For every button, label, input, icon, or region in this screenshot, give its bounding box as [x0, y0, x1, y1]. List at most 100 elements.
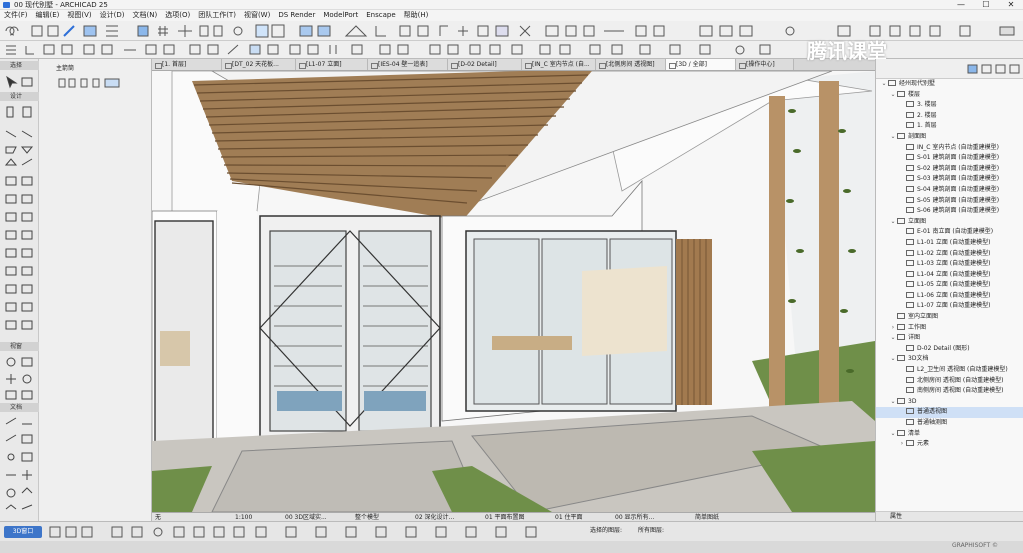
menu-document[interactable]: 文档(N) — [129, 10, 162, 21]
navigator-header-icons[interactable] — [876, 59, 1023, 79]
navigator-item[interactable]: 北侧房间 透视图 (自动重建模型) — [876, 376, 1023, 387]
navigator-item[interactable]: L1-01 立面 (自动重建模型) — [876, 238, 1023, 249]
menu-teamwork[interactable]: 团队工作(T) — [194, 10, 240, 21]
status-tool-icons[interactable] — [46, 522, 606, 542]
toolbox-tool-icons[interactable] — [0, 59, 39, 519]
quick-option-drawing[interactable]: 简单图纸 — [692, 513, 752, 521]
tab-ground-floor[interactable]: [1. 首层] — [152, 59, 222, 70]
navigator-item[interactable]: S-02 建筑剖面 (自动重建模型) — [876, 164, 1023, 175]
navigator-item[interactable]: 普通轴测图 — [876, 418, 1023, 429]
toolbox-document-section[interactable]: 文档 — [0, 403, 39, 412]
expand-arrow-icon[interactable]: ⌄ — [889, 90, 897, 101]
quick-option-design[interactable]: 02 深化设计... — [412, 513, 482, 521]
navigator-item[interactable]: S-05 建筑剖面 (自动重建模型) — [876, 196, 1023, 207]
navigator-item[interactable]: L1-04 立面 (自动重建模型) — [876, 270, 1023, 281]
expand-arrow-icon[interactable]: › — [898, 439, 906, 450]
tab-action-center[interactable]: [操作中心] — [736, 59, 794, 70]
navigator-item[interactable]: 1. 首层 — [876, 121, 1023, 132]
info-box: 主箭筒 — [39, 59, 152, 521]
expand-arrow-icon[interactable]: ⌄ — [889, 132, 897, 143]
tab-schedule[interactable]: [IES-04 壁一追表] — [368, 59, 448, 70]
quick-option-layers[interactable]: 00 3D区域实... — [282, 513, 352, 521]
navigator-item-label: 普通轴测图 — [917, 419, 948, 426]
navigator-item[interactable]: ⌄ 楼层 — [876, 90, 1023, 101]
navigator-item[interactable]: L2_卫生间 透视图 (自动重建模型) — [876, 365, 1023, 376]
quick-option-plan[interactable]: 01 平面布置图 — [482, 513, 552, 521]
graphisoft-brand: GRAPHISOFT © — [952, 542, 999, 549]
toolbox-view-section[interactable]: 视窗 — [0, 342, 39, 351]
navigator-item[interactable]: 南侧房间 透视图 (自动重建模型) — [876, 386, 1023, 397]
navigator-item[interactable]: L1-03 立面 (自动重建模型) — [876, 259, 1023, 270]
3d-window-button[interactable]: 3D窗口 — [4, 526, 42, 538]
menu-design[interactable]: 设计(D) — [96, 10, 129, 21]
navigator-item[interactable]: › 元素 — [876, 439, 1023, 450]
view-icon — [906, 376, 914, 383]
navigator-item[interactable]: S-04 建筑剖面 (自动重建模型) — [876, 185, 1023, 196]
toolbox-design-section[interactable]: 设计 — [0, 92, 39, 101]
navigator-item[interactable]: 普通透视图 — [876, 407, 1023, 418]
menu-enscape[interactable]: Enscape — [362, 10, 399, 21]
menu-window[interactable]: 视窗(W) — [240, 10, 274, 21]
expand-arrow-icon[interactable]: ⌄ — [889, 429, 897, 440]
navigator-item[interactable]: E-01 南立面 (自动重建模型) — [876, 227, 1023, 238]
menu-help[interactable]: 帮助(H) — [400, 10, 433, 21]
expand-arrow-icon[interactable]: ⌄ — [889, 217, 897, 228]
navigator-item[interactable]: L1-07 立面 (自动重建模型) — [876, 301, 1023, 312]
folder-icon — [897, 132, 905, 139]
menu-ds-render[interactable]: DS Render — [274, 10, 319, 21]
navigator-item[interactable]: IN_C 室内节点 (自动重建模型) — [876, 143, 1023, 154]
title-bar: 00 现代别墅 - ARCHICAD 25 — ☐ ✕ — [0, 0, 1023, 10]
view-icon — [906, 260, 914, 267]
navigator-item[interactable]: L1-02 立面 (自动重建模型) — [876, 249, 1023, 260]
tab-ceiling[interactable]: [DT_02 天花板... — [222, 59, 296, 70]
navigator-item[interactable]: S-01 建筑剖面 (自动重建模型) — [876, 153, 1023, 164]
quick-option-1[interactable]: 无 — [152, 513, 232, 521]
3d-render-scene — [152, 71, 875, 512]
properties-footer[interactable]: 属性 — [876, 511, 1023, 521]
navigator-item[interactable]: ⌄ 3D文档 — [876, 354, 1023, 365]
navigator-item[interactable]: ⌄ 经州现代别墅 — [876, 79, 1023, 90]
navigator-item[interactable]: 3. 楼层 — [876, 100, 1023, 111]
close-button[interactable]: ✕ — [1000, 0, 1022, 10]
navigator-item[interactable]: L1-05 立面 (自动重建模型) — [876, 280, 1023, 291]
info-box-controls[interactable] — [39, 69, 152, 109]
navigator-item[interactable]: L1-06 立面 (自动重建模型) — [876, 291, 1023, 302]
tab-elevation[interactable]: [L1-07 立面] — [296, 59, 368, 70]
navigator-item[interactable]: ⌄ 清单 — [876, 429, 1023, 440]
navigator-item[interactable]: S-03 建筑剖面 (自动重建模型) — [876, 174, 1023, 185]
menu-options[interactable]: 选项(O) — [161, 10, 194, 21]
navigator-item[interactable]: ⌄ 详图 — [876, 333, 1023, 344]
expand-arrow-icon[interactable]: ⌄ — [889, 354, 897, 365]
expand-arrow-icon[interactable]: ⌄ — [880, 79, 888, 90]
navigator-item[interactable]: ⌄ 立面图 — [876, 217, 1023, 228]
minimize-button[interactable]: — — [950, 0, 972, 10]
navigator-item[interactable]: 2. 楼层 — [876, 111, 1023, 122]
navigator-item[interactable]: 室内立面图 — [876, 312, 1023, 323]
quick-option-model[interactable]: 整个模型 — [352, 513, 412, 521]
expand-arrow-icon[interactable]: › — [889, 323, 897, 334]
quick-option-show-all[interactable]: 00 显示所有... — [612, 513, 692, 521]
folder-icon — [897, 429, 905, 436]
menu-modelport[interactable]: ModelPort — [319, 10, 362, 21]
quick-option-scale[interactable]: 1:100 — [232, 513, 282, 521]
tab-3d-all[interactable]: [3D / 全部] — [666, 59, 736, 70]
tab-north-room[interactable]: [北侧房间 透视图] — [596, 59, 666, 70]
tab-detail[interactable]: [D-02 Detail] — [448, 59, 522, 70]
quick-option-floor[interactable]: 01 住平面 — [552, 513, 612, 521]
navigator-item[interactable]: › 工作图 — [876, 323, 1023, 334]
navigator-item[interactable]: ⌄ 剖面图 — [876, 132, 1023, 143]
navigator-item[interactable]: S-06 建筑剖面 (自动重建模型) — [876, 206, 1023, 217]
expand-arrow-icon[interactable]: ⌄ — [889, 333, 897, 344]
maximize-button[interactable]: ☐ — [975, 0, 997, 10]
expand-arrow-icon[interactable]: ⌄ — [889, 397, 897, 408]
tab-interior-node[interactable]: [IN_C 室内节点 (自... — [522, 59, 596, 70]
navigator-item[interactable]: D-02 Detail (图形) — [876, 344, 1023, 355]
menu-edit[interactable]: 编辑(E) — [32, 10, 64, 21]
navigator-item-label: S-01 建筑剖面 (自动重建模型) — [917, 154, 1000, 162]
navigator-item[interactable]: ⌄ 3D — [876, 397, 1023, 408]
3d-viewport[interactable] — [152, 71, 875, 512]
pencil-icon — [63, 25, 75, 37]
menu-file[interactable]: 文件(F) — [0, 10, 32, 21]
menu-view[interactable]: 视图(V) — [63, 10, 95, 21]
view-icon — [906, 185, 914, 192]
